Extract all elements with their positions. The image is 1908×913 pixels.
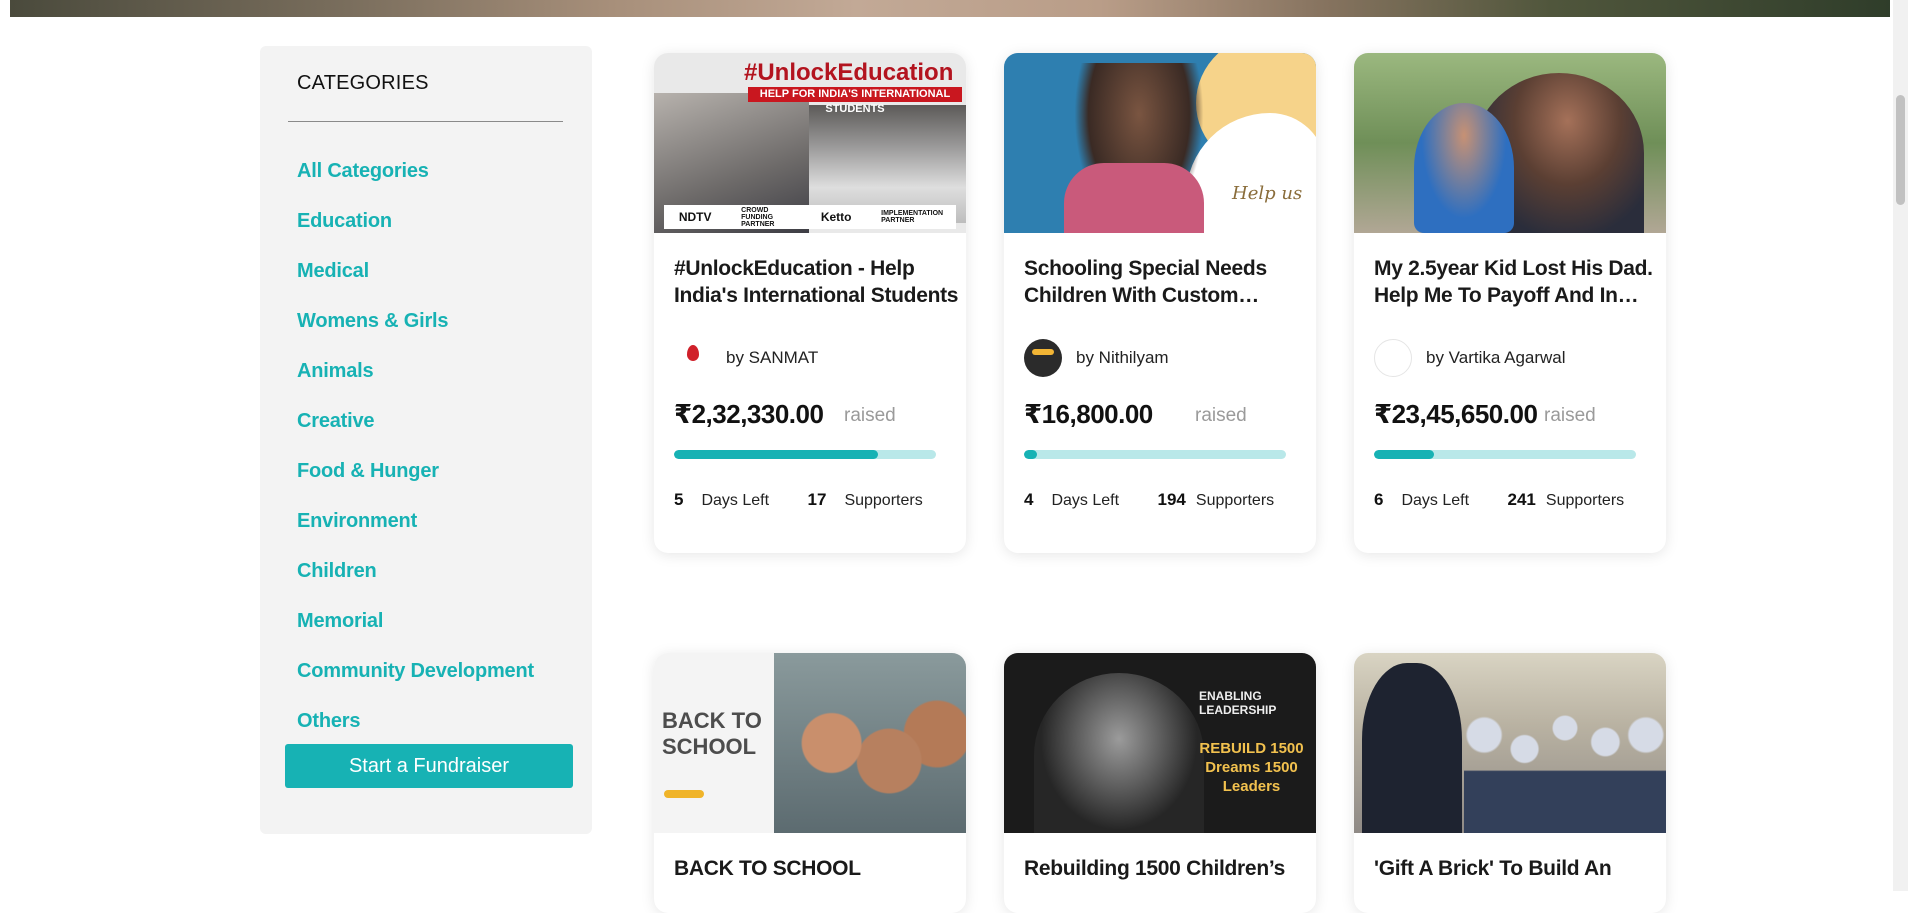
card-title[interactable]: My 2.5year Kid Lost His Dad. Help Me To … (1374, 255, 1664, 309)
category-womens-girls[interactable]: Womens & Girls (297, 296, 534, 346)
start-fundraiser-button[interactable]: Start a Fundraiser (285, 744, 573, 788)
card-title[interactable]: #UnlockEducation - Help India's Internat… (674, 255, 964, 309)
image-script-text: Help us (1232, 183, 1303, 204)
card-stats: 5 Days Left 17 Supporters (674, 490, 923, 510)
card-stats: 4 Days Left 194 Supporters (1024, 490, 1274, 510)
progress-fill (1024, 450, 1038, 459)
ketto-logo: Ketto (820, 210, 852, 224)
raised-label: raised (844, 405, 896, 426)
ndtv-logo: NDTV (678, 210, 712, 224)
card-title[interactable]: Schooling Special Needs Children With Cu… (1024, 255, 1314, 309)
card-title[interactable]: BACK TO SCHOOL (674, 855, 964, 882)
category-animals[interactable]: Animals (297, 346, 534, 396)
supporters-count: 17 (807, 490, 827, 509)
organizer-name: by SANMAT (726, 348, 819, 367)
categories-sidebar: CATEGORIES All Categories Education Medi… (260, 46, 592, 834)
category-children[interactable]: Children (297, 546, 534, 596)
organizer-name: by Nithilyam (1076, 348, 1169, 367)
progress-bar (674, 450, 936, 459)
days-count: 4 (1024, 490, 1034, 509)
fundraiser-card[interactable]: My 2.5year Kid Lost His Dad. Help Me To … (1354, 53, 1666, 553)
category-environment[interactable]: Environment (297, 496, 534, 546)
organizer: by SANMAT (674, 339, 818, 377)
organizer: by Nithilyam (1024, 339, 1169, 377)
categories-heading: CATEGORIES (297, 72, 429, 94)
avatar (674, 339, 712, 377)
amount-raised: ₹2,32,330.00 (674, 399, 824, 429)
partner-logos: NDTV CROWD FUNDING PARTNER Ketto IMPLEME… (664, 205, 956, 229)
category-creative[interactable]: Creative (297, 396, 534, 446)
supporters-count: 194 (1157, 490, 1186, 509)
supporters-label: Supporters (844, 492, 923, 509)
supporters-label: Supporters (1195, 492, 1275, 509)
category-all[interactable]: All Categories (297, 146, 534, 196)
scrollbar-thumb[interactable] (1896, 95, 1905, 205)
partner-label: CROWD FUNDING PARTNER (741, 206, 775, 228)
days-label: Days Left (701, 492, 770, 509)
partner-label: IMPLEMENTATION PARTNER (881, 210, 944, 224)
campaign-image[interactable] (1354, 53, 1666, 233)
organizer-name: by Vartika Agarwal (1426, 348, 1566, 367)
image-subheadline: HELP FOR INDIA'S INTERNATIONAL STUDENTS (748, 87, 962, 115)
category-others[interactable]: Others (297, 696, 534, 746)
days-count: 5 (674, 490, 684, 509)
progress-fill (674, 450, 879, 459)
raised-label: raised (1195, 405, 1247, 426)
campaign-image[interactable]: ENABLING LEADERSHIP REBUILD 1500 Dreams … (1004, 653, 1316, 833)
campaign-image[interactable] (1354, 653, 1666, 833)
fundraiser-card[interactable]: 'Gift A Brick' To Build An (1354, 653, 1666, 913)
campaign-image[interactable]: #UnlockEducation HELP FOR INDIA'S INTERN… (654, 53, 966, 233)
image-headline: REBUILD 1500 Dreams 1500 Leaders (1199, 740, 1304, 795)
fundraiser-card[interactable]: BACK TO SCHOOL BACK TO SCHOOL (654, 653, 966, 913)
image-headline: BACK TO SCHOOL (662, 708, 762, 759)
category-community-development[interactable]: Community Development (297, 646, 534, 696)
card-title[interactable]: Rebuilding 1500 Children’s (1024, 855, 1314, 882)
progress-fill (1374, 450, 1435, 459)
category-list: All Categories Education Medical Womens … (297, 146, 534, 746)
fundraiser-card[interactable]: ENABLING LEADERSHIP REBUILD 1500 Dreams … (1004, 653, 1316, 913)
supporters-label: Supporters (1545, 492, 1625, 509)
campaign-image[interactable]: Help us (1004, 53, 1316, 233)
campaign-image[interactable]: BACK TO SCHOOL (654, 653, 966, 833)
category-food-hunger[interactable]: Food & Hunger (297, 446, 534, 496)
category-medical[interactable]: Medical (297, 246, 534, 296)
avatar (1024, 339, 1062, 377)
fundraiser-card[interactable]: #UnlockEducation HELP FOR INDIA'S INTERN… (654, 53, 966, 553)
amount-raised: ₹16,800.00 (1024, 399, 1153, 429)
days-label: Days Left (1401, 492, 1470, 509)
supporters-count: 241 (1507, 490, 1536, 509)
divider (288, 121, 563, 122)
page-scrollbar[interactable] (1893, 0, 1908, 891)
hero-banner-bottom (10, 0, 1890, 17)
days-label: Days Left (1051, 492, 1120, 509)
days-count: 6 (1374, 490, 1384, 509)
raised-label: raised (1544, 405, 1596, 426)
category-education[interactable]: Education (297, 196, 534, 246)
card-stats: 6 Days Left 241 Supporters (1374, 490, 1624, 510)
avatar (1374, 339, 1412, 377)
category-memorial[interactable]: Memorial (297, 596, 534, 646)
card-title[interactable]: 'Gift A Brick' To Build An (1374, 855, 1664, 882)
amount-raised: ₹23,45,650.00 (1374, 399, 1538, 429)
image-tag: ENABLING LEADERSHIP (1199, 689, 1277, 717)
progress-bar (1024, 450, 1286, 459)
fundraiser-card[interactable]: Help us Schooling Special Needs Children… (1004, 53, 1316, 553)
progress-bar (1374, 450, 1636, 459)
organizer: by Vartika Agarwal (1374, 339, 1566, 377)
image-donate-pill (664, 790, 704, 798)
